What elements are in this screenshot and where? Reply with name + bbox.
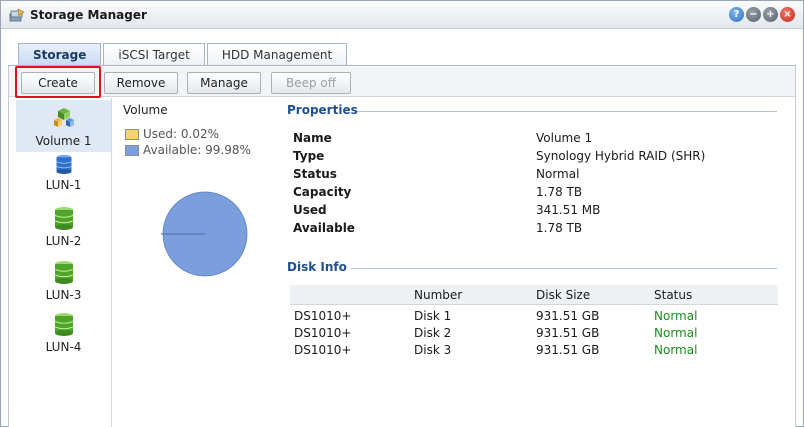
sidebar-item-label: LUN-2 (45, 234, 82, 248)
properties-divider (357, 111, 777, 112)
prop-value-available: 1.78 TB (536, 221, 583, 235)
sidebar-item-label: LUN-4 (45, 340, 82, 354)
sidebar-item-label: Volume 1 (35, 134, 92, 148)
volume-usage-pie (161, 191, 248, 277)
tab-hdd-management[interactable]: HDD Management (206, 43, 348, 66)
prop-value-name: Volume 1 (536, 131, 593, 145)
manage-button[interactable]: Manage (187, 72, 261, 94)
cell-number: Disk 1 (414, 309, 452, 323)
column-header-number[interactable]: Number (414, 288, 462, 302)
prop-key-capacity: Capacity (293, 185, 352, 199)
cell-device: DS1010+ (294, 326, 352, 340)
tab-storage[interactable]: Storage (18, 43, 102, 66)
tab-bar: Storage iSCSI Target HDD Management (18, 43, 349, 66)
storage-manager-window: Storage Manager ? − + × Storage iSCSI Ta… (0, 0, 804, 427)
prop-value-type: Synology Hybrid RAID (SHR) (536, 149, 706, 163)
window-controls: ? − + × (729, 7, 795, 22)
legend-used: Used: 0.02% (125, 127, 219, 141)
prop-value-capacity: 1.78 TB (536, 185, 583, 199)
cell-disk-size: 931.51 GB (536, 309, 600, 323)
lun-blue-icon (55, 154, 72, 174)
prop-value-status: Normal (536, 167, 580, 181)
beep-off-button[interactable]: Beep off (271, 72, 351, 94)
prop-key-available: Available (293, 221, 355, 235)
window-title: Storage Manager (30, 8, 147, 22)
lun-green-icon (54, 261, 73, 284)
prop-value-used: 341.51 MB (536, 203, 601, 217)
title-bar: Storage Manager ? − + × (1, 1, 803, 29)
prop-key-used: Used (293, 203, 327, 217)
legend-available-label: Available: 99.98% (143, 143, 251, 157)
sidebar-item-lun-2[interactable]: LUN-2 (16, 204, 111, 250)
volume-icon (53, 108, 74, 127)
cell-disk-size: 931.51 GB (536, 343, 600, 357)
storage-panel (8, 66, 796, 427)
lun-green-icon (54, 313, 73, 336)
prop-key-name: Name (293, 131, 332, 145)
maximize-icon[interactable]: + (763, 7, 778, 22)
table-row[interactable]: DS1010+ Disk 1 931.51 GB Normal (290, 307, 778, 324)
legend-used-label: Used: 0.02% (143, 127, 220, 141)
cell-device: DS1010+ (294, 309, 352, 323)
legend-available: Available: 99.98% (125, 143, 251, 157)
help-icon[interactable]: ? (729, 7, 744, 22)
table-row[interactable]: DS1010+ Disk 2 931.51 GB Normal (290, 324, 778, 341)
tab-iscsi-target[interactable]: iSCSI Target (103, 43, 205, 66)
prop-key-type: Type (293, 149, 325, 163)
volume-chart-label: Volume (123, 103, 168, 117)
cell-number: Disk 2 (414, 326, 452, 340)
disk-info-table: Number Disk Size Status DS1010+ Disk 1 9… (290, 285, 778, 358)
minimize-icon[interactable]: − (746, 7, 761, 22)
column-header-status[interactable]: Status (654, 288, 692, 302)
remove-button[interactable]: Remove (104, 72, 178, 94)
cell-number: Disk 3 (414, 343, 452, 357)
sidebar-item-lun-1[interactable]: LUN-1 (16, 152, 111, 192)
sidebar-item-lun-4[interactable]: LUN-4 (16, 310, 111, 356)
cell-device: DS1010+ (294, 343, 352, 357)
storage-manager-icon (9, 8, 25, 22)
cell-status: Normal (654, 343, 698, 357)
used-swatch (125, 128, 139, 140)
column-header-disk-size[interactable]: Disk Size (536, 288, 590, 302)
close-icon[interactable]: × (780, 7, 795, 22)
disk-info-section-title: Disk Info (287, 260, 353, 274)
table-row[interactable]: DS1010+ Disk 3 931.51 GB Normal (290, 341, 778, 358)
create-button-highlight (15, 66, 101, 98)
disk-info-divider (351, 268, 777, 269)
sidebar-item-volume-1[interactable]: Volume 1 (16, 100, 111, 152)
properties-section-title: Properties (287, 103, 364, 117)
cell-status: Normal (654, 309, 698, 323)
sidebar-item-lun-3[interactable]: LUN-3 (16, 258, 111, 304)
disk-table-header: Number Disk Size Status (290, 285, 778, 305)
lun-green-icon (54, 207, 73, 230)
sidebar-item-label: LUN-1 (45, 178, 82, 192)
sidebar-item-label: LUN-3 (45, 288, 82, 302)
available-swatch (125, 144, 139, 156)
cell-status: Normal (654, 326, 698, 340)
cell-disk-size: 931.51 GB (536, 326, 600, 340)
volume-list: Volume 1 LUN-1 LUN-2 LUN-3 LUN-4 (16, 98, 112, 427)
prop-key-status: Status (293, 167, 337, 181)
